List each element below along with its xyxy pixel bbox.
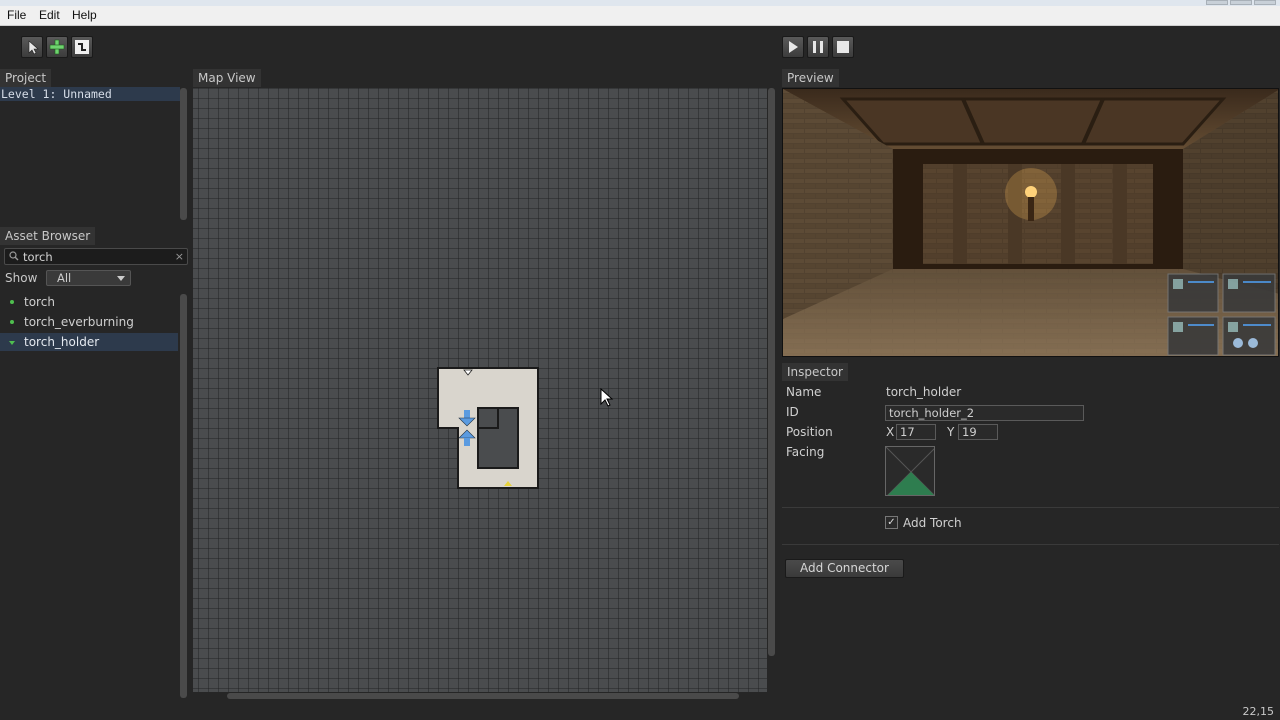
position-x-label: X <box>886 425 895 439</box>
inspector-divider <box>782 507 1279 508</box>
show-filter-select[interactable]: All <box>46 270 131 286</box>
position-y-field[interactable]: 19 <box>958 424 998 440</box>
menu-file[interactable]: File <box>7 8 26 22</box>
asset-list-scrollbar[interactable] <box>180 294 187 698</box>
maximize-button[interactable] <box>1230 0 1252 5</box>
stop-icon <box>837 41 849 53</box>
id-label: ID <box>786 405 799 419</box>
preview-viewport[interactable] <box>782 88 1279 357</box>
inspector-divider <box>782 544 1279 545</box>
asset-item-torch[interactable]: torch <box>0 293 178 311</box>
minimize-button[interactable] <box>1206 0 1228 5</box>
facing-selector[interactable] <box>885 446 935 496</box>
select-tool-button[interactable] <box>21 36 43 58</box>
pause-button[interactable] <box>807 36 829 58</box>
position-y-value: 19 <box>962 425 977 439</box>
expand-arrow-icon <box>9 341 15 345</box>
asset-item-torch-holder[interactable]: torch_holder <box>0 333 178 351</box>
mouse-cursor-icon <box>600 388 614 407</box>
asset-bullet-icon <box>10 300 14 304</box>
show-filter-label: Show <box>5 271 38 285</box>
show-filter-value: All <box>57 271 72 285</box>
clear-search-icon[interactable]: × <box>175 249 184 264</box>
project-scrollbar[interactable] <box>180 88 187 220</box>
pause-icon <box>813 41 823 53</box>
project-panel-header[interactable]: Project <box>0 69 52 87</box>
asset-search-input[interactable] <box>23 249 173 264</box>
play-button[interactable] <box>782 36 804 58</box>
check-mark-icon: ✓ <box>887 517 896 528</box>
add-connector-button[interactable]: Add Connector <box>785 559 904 578</box>
menu-help[interactable]: Help <box>72 8 97 22</box>
position-x-field[interactable]: 17 <box>896 424 936 440</box>
chevron-down-icon <box>117 276 125 281</box>
position-x-value: 17 <box>900 425 915 439</box>
menu-bar: File Edit Help <box>0 6 1280 26</box>
preview-header[interactable]: Preview <box>782 69 839 87</box>
id-field[interactable]: torch_holder_2 <box>885 405 1084 421</box>
paint-tile-icon <box>75 40 89 54</box>
facing-label: Facing <box>786 445 825 459</box>
inspector-header[interactable]: Inspector <box>782 363 848 381</box>
add-torch-label[interactable]: Add Torch <box>903 516 962 530</box>
cursor-coordinates: 22,15 <box>1242 705 1275 718</box>
paint-tile-tool-button[interactable] <box>71 36 93 58</box>
asset-browser-header[interactable]: Asset Browser <box>0 227 96 245</box>
asset-item-label: torch_holder <box>24 335 100 349</box>
dungeon-wall-notch <box>477 407 499 429</box>
asset-item-torch-everburning[interactable]: torch_everburning <box>0 313 178 331</box>
map-horizontal-scrollbar[interactable] <box>227 693 739 699</box>
menu-edit[interactable]: Edit <box>39 8 60 22</box>
facing-direction-icon <box>886 447 934 495</box>
add-plus-icon <box>49 39 65 55</box>
dungeon-map[interactable] <box>193 88 767 692</box>
map-vertical-scrollbar[interactable] <box>768 88 775 656</box>
search-icon <box>9 251 19 261</box>
map-view-header[interactable]: Map View <box>193 69 261 87</box>
add-torch-checkbox[interactable]: ✓ <box>885 516 898 529</box>
name-value: torch_holder <box>886 385 962 399</box>
play-icon <box>789 41 798 53</box>
project-level-item[interactable]: Level 1: Unnamed <box>0 87 180 101</box>
add-tool-button[interactable] <box>46 36 68 58</box>
select-arrow-icon <box>28 40 39 55</box>
name-label: Name <box>786 385 822 399</box>
project-panel: Level 1: Unnamed <box>0 87 180 221</box>
asset-item-label: torch_everburning <box>24 315 134 329</box>
position-y-label: Y <box>947 425 955 439</box>
dungeon-preview-image <box>783 89 1278 356</box>
id-field-value: torch_holder_2 <box>889 406 975 420</box>
map-grid[interactable] <box>193 88 767 692</box>
asset-search-box[interactable]: × <box>4 248 188 265</box>
position-label: Position <box>786 425 833 439</box>
close-window-button[interactable] <box>1254 0 1276 5</box>
asset-item-label: torch <box>24 295 55 309</box>
asset-bullet-icon <box>10 320 14 324</box>
stop-button[interactable] <box>832 36 854 58</box>
